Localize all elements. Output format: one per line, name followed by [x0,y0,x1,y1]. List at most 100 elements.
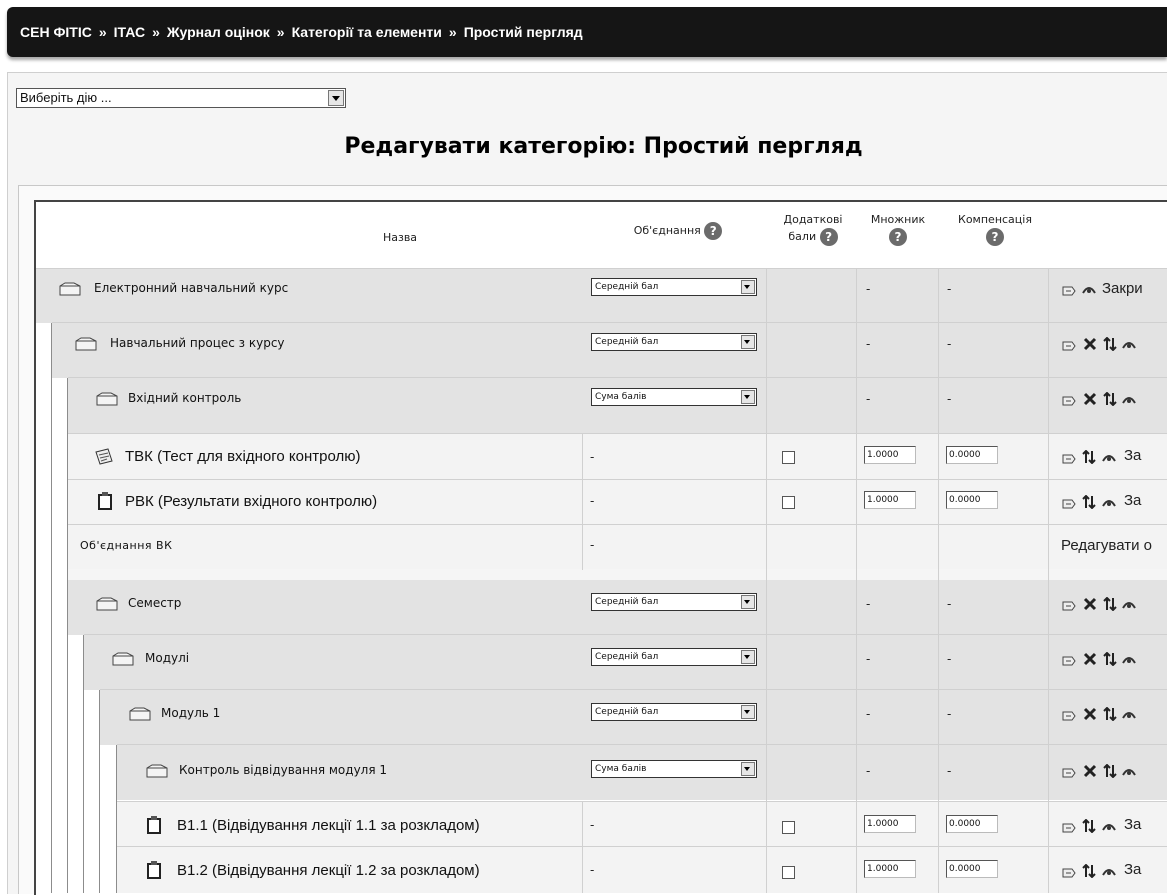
action-label[interactable]: За [1124,816,1141,833]
aggregation-select[interactable]: Середній бал [591,703,757,721]
edit-icon[interactable] [1062,821,1076,835]
extra-credit-checkbox[interactable] [782,451,795,464]
chevron-down-icon[interactable] [741,762,755,776]
move-icon[interactable] [1082,864,1096,878]
extra-credit-checkbox[interactable] [782,496,795,509]
aggregation-select[interactable]: Середній бал [591,593,757,611]
offset-value: - [947,597,952,611]
offset-input[interactable]: 0.0000 [946,446,998,464]
edit-icon[interactable] [1062,284,1076,298]
help-icon[interactable]: ? [986,228,1004,246]
folder-icon [59,282,81,296]
row-name: Модуль 1 [161,706,221,720]
edit-icon[interactable] [1062,866,1076,880]
move-icon[interactable] [1103,707,1117,721]
hide-icon[interactable] [1122,764,1136,778]
action-label[interactable]: За [1124,492,1141,509]
delete-icon[interactable] [1083,597,1097,611]
breadcrumb-item-gradebook[interactable]: Журнал оцінок [167,24,270,40]
hide-icon[interactable] [1102,819,1116,833]
aggregation-select[interactable]: Середній бал [591,278,757,296]
multiplier-input[interactable]: 1.0000 [864,446,916,464]
help-icon[interactable]: ? [704,222,723,240]
hide-icon[interactable] [1082,282,1096,296]
edit-icon[interactable] [1062,766,1076,780]
hide-icon[interactable] [1102,495,1116,509]
offset-value: - [947,337,952,351]
multiplier-input[interactable]: 1.0000 [864,815,916,833]
hide-icon[interactable] [1102,864,1116,878]
row-name[interactable]: В1.1 (Відвідування лекції 1.1 за розклад… [177,817,480,834]
delete-icon[interactable] [1083,652,1097,666]
delete-icon[interactable] [1083,392,1097,406]
action-select[interactable]: Виберіть дію ... [16,88,346,108]
row-name[interactable]: В1.2 (Відвідування лекції 1.2 за розклад… [177,862,480,879]
chevron-down-icon[interactable] [741,650,755,664]
breadcrumb-item-course-category[interactable]: СЕН ФІТІС [20,24,92,40]
hide-icon[interactable] [1102,450,1116,464]
extra-credit-checkbox[interactable] [782,866,795,879]
move-icon[interactable] [1082,450,1096,464]
move-icon[interactable] [1103,337,1117,351]
help-icon[interactable]: ? [819,228,838,246]
edit-icon[interactable] [1062,497,1076,511]
edit-icon[interactable] [1062,452,1076,466]
edit-icon[interactable] [1062,599,1076,613]
chevron-down-icon[interactable] [741,595,755,609]
aggregation-select[interactable]: Сума балів [591,760,757,778]
offset-input[interactable]: 0.0000 [946,491,998,509]
offset-input[interactable]: 0.0000 [946,860,998,878]
hide-icon[interactable] [1122,337,1136,351]
column-divider [582,802,583,893]
column-header-extra-credit-line2: бали ? [770,228,856,246]
row-name: Об'єднання ВК [80,539,173,552]
move-icon[interactable] [1103,392,1117,406]
row-divider [68,479,1167,480]
action-label[interactable]: За [1124,447,1141,464]
extra-credit-checkbox[interactable] [782,821,795,834]
chevron-down-icon[interactable] [328,90,344,106]
aggregation-select[interactable]: Середній бал [591,648,757,666]
clipboard-icon [147,861,161,879]
row-name: Модулі [145,651,190,665]
hide-icon[interactable] [1122,707,1136,721]
breadcrumb-item-course[interactable]: ІТАС [114,24,145,40]
chevron-down-icon[interactable] [741,390,755,404]
offset-input[interactable]: 0.0000 [946,815,998,833]
hide-icon[interactable] [1122,392,1136,406]
edit-calculation-link[interactable]: Редагувати о [1061,537,1152,554]
edit-icon[interactable] [1062,394,1076,408]
folder-icon [75,337,97,351]
chevron-down-icon[interactable] [741,705,755,719]
offset-value: - [947,392,952,406]
breadcrumb: СЕН ФІТІС » ІТАС » Журнал оцінок » Категорії т… [7,7,1167,57]
move-icon[interactable] [1103,652,1117,666]
multiplier-input[interactable]: 1.0000 [864,860,916,878]
multiplier-value: - [866,764,871,778]
edit-icon[interactable] [1062,339,1076,353]
delete-icon[interactable] [1083,707,1097,721]
multiplier-value: - [866,282,871,296]
help-icon[interactable]: ? [889,228,907,246]
aggregation-select[interactable]: Сума балів [591,388,757,406]
action-label[interactable]: За [1124,861,1141,878]
chevron-down-icon[interactable] [741,280,755,294]
move-icon[interactable] [1103,764,1117,778]
move-icon[interactable] [1082,819,1096,833]
edit-icon[interactable] [1062,654,1076,668]
move-icon[interactable] [1103,597,1117,611]
delete-icon[interactable] [1083,337,1097,351]
hide-icon[interactable] [1122,652,1136,666]
move-icon[interactable] [1082,495,1096,509]
aggregation-select[interactable]: Середній бал [591,333,757,351]
edit-icon[interactable] [1062,709,1076,723]
multiplier-input[interactable]: 1.0000 [864,491,916,509]
row-name[interactable]: ТВК (Тест для вхідного контролю) [125,448,360,465]
breadcrumb-item-categories-items[interactable]: Категорії та елементи [292,24,442,40]
row-name[interactable]: РВК (Результати вхідного контролю) [125,493,377,510]
action-label[interactable]: Закри [1102,280,1143,297]
delete-icon[interactable] [1083,764,1097,778]
column-divider [938,268,939,893]
hide-icon[interactable] [1122,597,1136,611]
chevron-down-icon[interactable] [741,335,755,349]
